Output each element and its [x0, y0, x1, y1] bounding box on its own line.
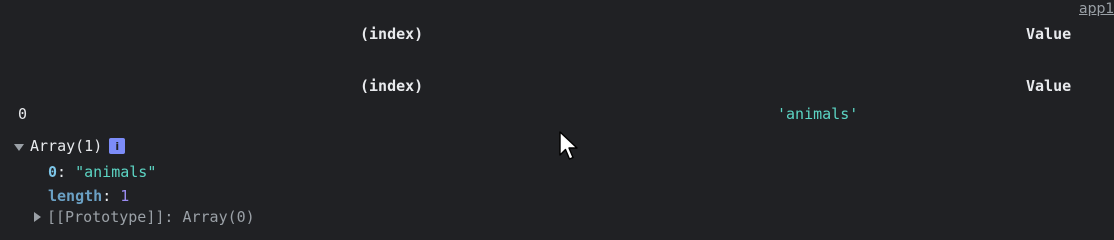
prop-value: 1 [120, 187, 130, 205]
triangle-right-icon[interactable] [34, 212, 41, 222]
array-prop-row: 0: "animals" [48, 163, 156, 181]
prop-key: 0 [48, 163, 58, 181]
prop-value: "animals" [75, 163, 157, 181]
prototype-row[interactable]: [[Prototype]]: Array(0) [34, 208, 255, 226]
array-expander[interactable]: Array(1) i [14, 137, 126, 155]
array-label: Array(1) [30, 137, 103, 155]
table-header-value: Value [1026, 25, 1072, 43]
prop-key: length [48, 187, 103, 205]
table-header-value: Value [1026, 77, 1072, 95]
table-header-index: (index) [360, 25, 424, 43]
table-cell-index: 0 [18, 105, 28, 123]
prop-colon: : [102, 187, 121, 205]
table-cell-value: 'animals' [777, 105, 859, 123]
array-prop-row: length: 1 [48, 187, 129, 205]
source-link[interactable]: app1 [1079, 1, 1114, 17]
triangle-down-icon[interactable] [14, 143, 24, 151]
prototype-label: [[Prototype]]: Array(0) [47, 208, 255, 226]
mouse-pointer-icon [559, 131, 578, 160]
table-header-index: (index) [360, 77, 424, 95]
info-icon[interactable]: i [109, 138, 126, 154]
prop-colon: : [57, 163, 76, 181]
